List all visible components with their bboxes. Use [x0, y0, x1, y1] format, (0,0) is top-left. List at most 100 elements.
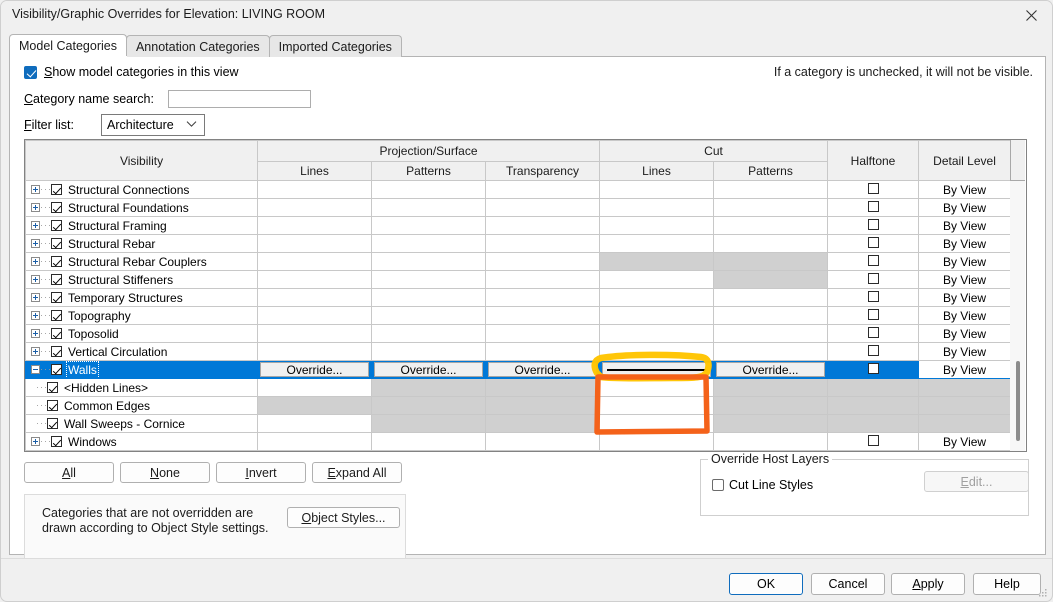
cut-lines-cell[interactable]: [599, 414, 715, 433]
cut-lines-cell[interactable]: [599, 216, 715, 235]
projection-transparency-cell[interactable]: [484, 252, 601, 271]
cut-lines-cell[interactable]: [599, 342, 715, 361]
projection-lines-cell[interactable]: [257, 432, 372, 451]
cut-lines-cell[interactable]: [599, 324, 715, 343]
visibility-checkbox[interactable]: [51, 328, 62, 339]
projection-lines-cell[interactable]: [257, 306, 372, 325]
select-none-button[interactable]: None: [120, 462, 210, 483]
table-row[interactable]: ··· Structural Rebar By View: [25, 234, 1012, 253]
detail-level-cell[interactable]: By View: [918, 342, 1012, 361]
override-button[interactable]: Override...: [374, 362, 483, 377]
detail-level-cell[interactable]: By View: [918, 324, 1012, 343]
cut-lines-cell[interactable]: [599, 378, 715, 397]
projection-lines-cell[interactable]: [257, 324, 372, 343]
cut-patterns-cell[interactable]: [713, 306, 829, 325]
projection-patterns-cell[interactable]: [371, 252, 486, 271]
halftone-checkbox[interactable]: [867, 272, 879, 284]
category-name-cell[interactable]: ··· Topography: [25, 306, 258, 325]
detail-level-cell[interactable]: By View: [918, 432, 1012, 451]
cancel-button[interactable]: Cancel: [811, 573, 885, 595]
halftone-cell[interactable]: [827, 270, 920, 289]
select-all-button[interactable]: All: [24, 462, 114, 483]
halftone-cell[interactable]: [827, 288, 920, 307]
override-button[interactable]: Override...: [260, 362, 369, 377]
table-row[interactable]: ··· Structural Stiffeners By View: [25, 270, 1012, 289]
projection-patterns-cell[interactable]: [371, 432, 486, 451]
projection-transparency-cell[interactable]: [484, 234, 601, 253]
projection-patterns-cell[interactable]: [371, 270, 486, 289]
visibility-checkbox[interactable]: [51, 256, 62, 267]
table-row[interactable]: ··· Structural Connections By View: [25, 180, 1012, 199]
table-row[interactable]: ··· Toposolid By View: [25, 324, 1012, 343]
close-icon[interactable]: [1009, 1, 1052, 29]
detail-level-cell[interactable]: By View: [918, 180, 1012, 199]
projection-lines-cell[interactable]: [257, 288, 372, 307]
scrollbar-thumb[interactable]: [1016, 361, 1020, 441]
projection-patterns-cell[interactable]: [371, 342, 486, 361]
table-row[interactable]: ··· Walls Override... Override... Override..…: [25, 360, 1012, 379]
expand-icon[interactable]: [31, 221, 40, 230]
category-name-cell[interactable]: ··· Structural Foundations: [25, 198, 258, 217]
category-name-cell[interactable]: ··· Structural Connections: [25, 180, 258, 199]
projection-patterns-cell[interactable]: [371, 198, 486, 217]
cut-lines-cell[interactable]: [599, 234, 715, 253]
halftone-checkbox[interactable]: [867, 200, 879, 212]
expand-icon[interactable]: [31, 185, 40, 194]
projection-patterns-cell[interactable]: [371, 306, 486, 325]
visibility-checkbox[interactable]: [51, 202, 62, 213]
visibility-checkbox[interactable]: [51, 238, 62, 249]
visibility-checkbox[interactable]: [51, 274, 62, 285]
halftone-checkbox[interactable]: [867, 434, 879, 446]
visibility-checkbox[interactable]: [51, 310, 62, 321]
projection-lines-cell[interactable]: [257, 378, 372, 397]
cut-lines-cell[interactable]: [599, 270, 715, 289]
tab-annotation-categories[interactable]: Annotation Categories: [125, 35, 270, 57]
projection-patterns-cell[interactable]: [371, 288, 486, 307]
category-name-cell[interactable]: ··· Structural Rebar: [25, 234, 258, 253]
cut-lines-cell[interactable]: [599, 396, 715, 415]
halftone-cell[interactable]: [827, 234, 920, 253]
halftone-checkbox[interactable]: [867, 254, 879, 266]
halftone-checkbox[interactable]: [867, 218, 879, 230]
ok-button[interactable]: OK: [729, 573, 803, 595]
halftone-cell[interactable]: [827, 360, 920, 379]
projection-transparency-cell[interactable]: [484, 270, 601, 289]
projection-transparency-cell[interactable]: [484, 342, 601, 361]
table-row[interactable]: ··· Windows By View: [25, 432, 1012, 451]
table-row[interactable]: ··· Structural Framing By View: [25, 216, 1012, 235]
halftone-checkbox[interactable]: [867, 182, 879, 194]
visibility-checkbox[interactable]: [51, 220, 62, 231]
category-name-cell[interactable]: ··· Temporary Structures: [25, 288, 258, 307]
projection-patterns-cell[interactable]: Override...: [371, 360, 486, 379]
visibility-checkbox[interactable]: [51, 184, 62, 195]
cut-patterns-cell[interactable]: [713, 198, 829, 217]
halftone-checkbox[interactable]: [867, 362, 879, 374]
projection-patterns-cell[interactable]: [371, 324, 486, 343]
halftone-cell[interactable]: [827, 324, 920, 343]
expand-icon[interactable]: [31, 239, 40, 248]
projection-lines-cell[interactable]: [257, 270, 372, 289]
expand-icon[interactable]: [31, 293, 40, 302]
override-button[interactable]: Override...: [488, 362, 598, 377]
projection-lines-cell[interactable]: [257, 414, 372, 433]
detail-level-cell[interactable]: By View: [918, 252, 1012, 271]
cut-patterns-cell[interactable]: [713, 342, 829, 361]
visibility-checkbox[interactable]: [51, 346, 62, 357]
projection-transparency-cell[interactable]: [484, 216, 601, 235]
projection-lines-cell[interactable]: [257, 342, 372, 361]
expand-icon[interactable]: [31, 203, 40, 212]
projection-transparency-cell[interactable]: [484, 198, 601, 217]
cut-line-style-preview[interactable]: [602, 362, 712, 377]
projection-transparency-cell[interactable]: [484, 288, 601, 307]
filter-list-dropdown[interactable]: Architecture: [101, 114, 205, 136]
cut-patterns-cell[interactable]: [713, 324, 829, 343]
expand-icon[interactable]: [31, 347, 40, 356]
halftone-cell[interactable]: [827, 180, 920, 199]
visibility-checkbox[interactable]: [51, 292, 62, 303]
detail-level-cell[interactable]: By View: [918, 216, 1012, 235]
table-row[interactable]: ··· Topography By View: [25, 306, 1012, 325]
cut-patterns-cell[interactable]: [713, 234, 829, 253]
halftone-cell[interactable]: [827, 216, 920, 235]
detail-level-cell[interactable]: By View: [918, 270, 1012, 289]
halftone-cell[interactable]: [827, 306, 920, 325]
